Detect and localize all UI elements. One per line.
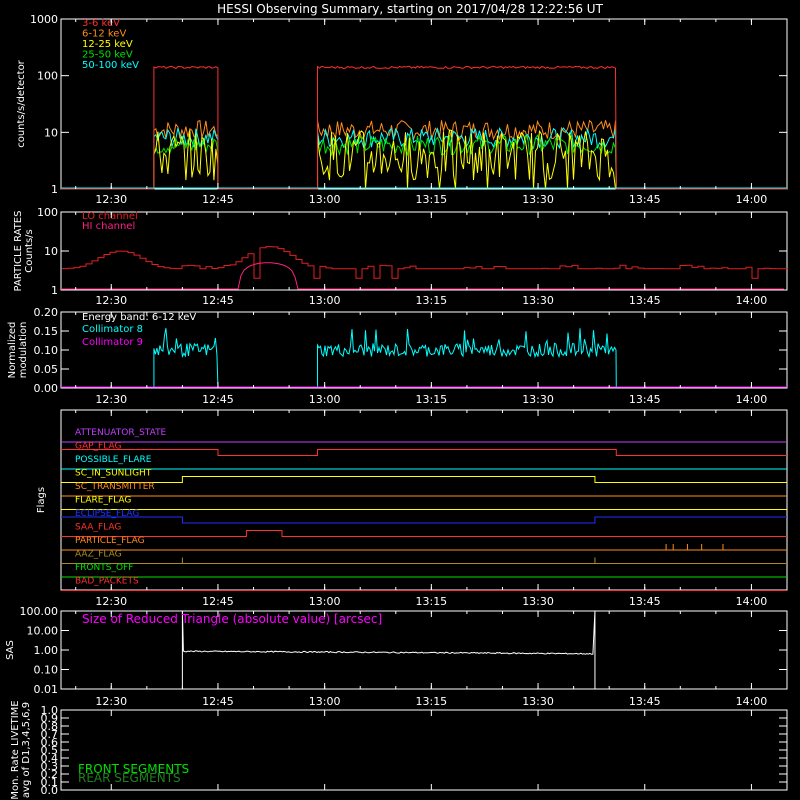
flag-label-saa-flag: SAA_FLAG [75, 523, 121, 533]
x-tick-label: 13:00 [309, 595, 341, 608]
x-tick-label: 12:30 [95, 193, 127, 206]
x-tick-label: 13:45 [629, 393, 661, 406]
count-rate-y-tick-label: 1 [51, 183, 58, 196]
x-tick-label: 13:00 [309, 393, 341, 406]
modulation-y-tick-label: 0.15 [34, 325, 59, 338]
particle-rate-y-axis-label: PARTICLE RATES [13, 211, 24, 292]
particle-rate-y-tick-label: 100 [37, 206, 58, 219]
x-tick-label: 13:00 [309, 695, 341, 708]
modulation-y-axis-label: Normalized [7, 322, 18, 379]
sas-annotation: Size of Reduced Triangle (absolute value… [82, 612, 382, 626]
flag-label-fronts-off: FRONTS_OFF [75, 563, 133, 573]
legend-6-12-keV: 6-12 keV [82, 29, 126, 40]
livetime-y-axis-label: Mon. Rate LIVETIME [10, 700, 21, 799]
livetime-y-tick-label: 1.0 [41, 704, 59, 717]
x-tick-label: 13:45 [629, 595, 661, 608]
flag-label-aaz-flag: AAZ_FLAG [75, 550, 122, 560]
count-rate-y-axis-label: counts/s/detector [16, 59, 27, 147]
sas-y-tick-label: 100.00 [20, 605, 59, 618]
chart-canvas: HESSI Observing Summary, starting on 201… [0, 0, 800, 800]
legend-energy-band: Energy band: 6-12 keV [82, 312, 196, 323]
x-tick-label: 13:30 [522, 393, 554, 406]
x-tick-label: 13:45 [629, 193, 661, 206]
flag-label-flare-flag: FLARE_FLAG [75, 496, 131, 506]
flags-y-axis-label: Flags [36, 487, 47, 513]
count-rate-y-tick-label: 10 [44, 126, 58, 139]
x-tick-label: 12:45 [202, 294, 234, 307]
flag-label-sc-transmitter: SC_TRANSMITTER [75, 482, 155, 492]
x-tick-label: 14:00 [736, 595, 768, 608]
count-rate-y-tick-label: 100 [37, 70, 58, 83]
count-rate-y-tick-label: 1000 [30, 13, 58, 26]
x-tick-label: 13:30 [522, 695, 554, 708]
sas-y-tick-label: 0.01 [34, 683, 59, 696]
legend-25-50-keV: 25-50 keV [82, 50, 133, 61]
modulation-y-tick-label: 0.20 [34, 306, 59, 319]
x-tick-label: 12:45 [202, 393, 234, 406]
x-tick-label: 12:30 [95, 695, 127, 708]
modulation-y-tick-label: 0.10 [34, 344, 59, 357]
legend-12-25-keV: 12-25 keV [82, 39, 133, 50]
particle-rate-y-tick-label: 10 [44, 245, 58, 258]
x-tick-label: 13:00 [309, 294, 341, 307]
x-tick-label: 13:15 [415, 193, 447, 206]
x-tick-label: 13:15 [415, 695, 447, 708]
modulation-y-axis-label: modulation [18, 322, 29, 379]
x-tick-label: 14:00 [736, 294, 768, 307]
legend-hi-channel: HI channel [82, 221, 135, 232]
modulation-y-tick-label: 0.05 [34, 363, 59, 376]
legend-3-6-keV: 3-6 keV [82, 18, 120, 29]
x-tick-label: 14:00 [736, 393, 768, 406]
x-tick-label: 13:45 [629, 695, 661, 708]
x-tick-label: 12:30 [95, 294, 127, 307]
flag-label-bad-packets: BAD_PACKETS [75, 577, 139, 587]
x-tick-label: 13:30 [522, 294, 554, 307]
flag-label-sc-in-sunlight: SC_IN_SUNLIGHT [75, 469, 152, 479]
legend-50-100-keV: 50-100 keV [82, 60, 139, 71]
x-tick-label: 14:00 [736, 193, 768, 206]
chart-title: HESSI Observing Summary, starting on 201… [217, 2, 603, 16]
x-tick-label: 13:30 [522, 193, 554, 206]
x-tick-label: 13:15 [415, 595, 447, 608]
flag-label-attenuator-state: ATTENUATOR_STATE [75, 428, 167, 438]
legend-rear-segments: REAR SEGMENTS [78, 771, 181, 785]
x-tick-label: 12:30 [95, 393, 127, 406]
x-tick-label: 12:45 [202, 695, 234, 708]
sas-y-tick-label: 10.00 [27, 625, 59, 638]
legend-collimator-8: Collimator 8 [82, 324, 143, 335]
x-tick-label: 13:15 [415, 294, 447, 307]
modulation-y-tick-label: 0.00 [34, 382, 59, 395]
x-tick-label: 13:00 [309, 193, 341, 206]
livetime-y-axis-label: avg of D1,3,4,5,6,9 [21, 702, 32, 798]
legend-collimator-9: Collimator 9 [82, 337, 143, 348]
x-tick-label: 12:45 [202, 595, 234, 608]
sas-y-axis-label: SAS [5, 640, 16, 660]
sas-y-tick-label: 0.10 [34, 664, 59, 677]
x-tick-label: 12:30 [95, 595, 127, 608]
sas-y-tick-label: 1.00 [34, 644, 59, 657]
x-tick-label: 13:45 [629, 294, 661, 307]
x-tick-label: 13:30 [522, 595, 554, 608]
flag-label-possible-flare: POSSIBLE_FLARE [75, 455, 152, 465]
x-tick-label: 13:15 [415, 393, 447, 406]
x-tick-label: 12:45 [202, 193, 234, 206]
particle-rate-y-axis-label: Counts/s [24, 229, 35, 273]
x-tick-label: 14:00 [736, 695, 768, 708]
particle-rate-y-tick-label: 1 [51, 284, 58, 297]
flag-label-particle-flag: PARTICLE_FLAG [75, 536, 145, 546]
